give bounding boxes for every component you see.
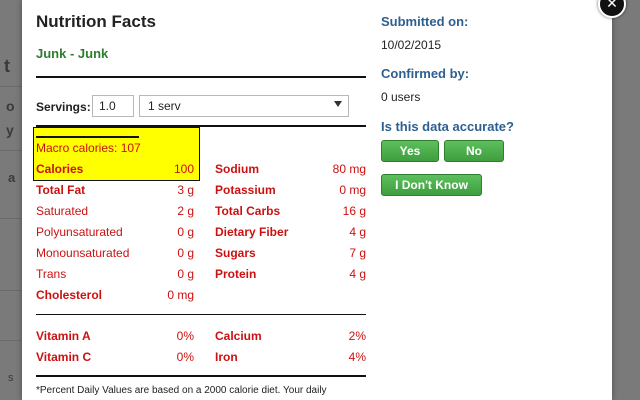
- serving-unit-select[interactable]: 1 serv: [139, 95, 349, 117]
- nutrient-value-calories: 100: [173, 162, 194, 176]
- nutrition-title: Nutrition Facts: [36, 12, 156, 31]
- background-text-fragment: s: [8, 372, 14, 384]
- chevron-down-icon: [334, 101, 342, 107]
- background-divider: [0, 86, 22, 87]
- yes-button[interactable]: Yes: [381, 140, 439, 162]
- nutrient-value-protein: 4 g: [349, 267, 366, 281]
- daily-values-footnote: *Percent Daily Values are based on a 200…: [36, 385, 327, 396]
- mineral-label-calcium: Calcium: [215, 329, 262, 343]
- submitted-label: Submitted on:: [381, 14, 469, 29]
- mineral-label-iron: Iron: [215, 350, 238, 364]
- no-button[interactable]: No: [444, 140, 504, 162]
- nutrient-value-potassium: 0 mg: [339, 183, 366, 197]
- background-text-fragment: t: [4, 56, 10, 76]
- servings-label: Servings:: [36, 100, 91, 114]
- nutrition-modal: Nutrition Facts Junk - Junk Servings: 1 …: [22, 0, 612, 400]
- servings-input[interactable]: [92, 95, 134, 117]
- nutrient-label-monounsaturated: Monounsaturated: [36, 246, 130, 260]
- macro-rule: [36, 136, 139, 138]
- nutrient-label-sugars: Sugars: [215, 246, 256, 260]
- background-text-fragment: o: [6, 98, 15, 114]
- vitamin-value-c: 0%: [176, 350, 194, 364]
- nutrient-value-trans: 0 g: [177, 267, 194, 281]
- background-divider: [0, 290, 22, 291]
- nutrient-value-saturated: 2 g: [177, 204, 194, 218]
- background-text-fragment: y: [6, 122, 14, 138]
- divider-thick: [36, 375, 366, 377]
- macro-calories: Macro calories: 107: [36, 141, 141, 155]
- divider-thick: [36, 76, 366, 78]
- vitamin-label-a: Vitamin A: [36, 329, 91, 343]
- nutrient-value-total-fat: 3 g: [177, 183, 194, 197]
- nutrient-label-total-carbs: Total Carbs: [215, 204, 281, 218]
- nutrient-label-polyunsaturated: Polyunsaturated: [36, 225, 123, 239]
- nutrient-value-polyunsaturated: 0 g: [177, 225, 194, 239]
- vitamin-label-c: Vitamin C: [36, 350, 92, 364]
- confirmed-count: 0 users: [381, 90, 421, 104]
- divider-thin: [36, 314, 366, 315]
- nutrient-value-sodium: 80 mg: [332, 162, 366, 176]
- mineral-value-iron: 4%: [348, 350, 366, 364]
- vitamin-value-a: 0%: [176, 329, 194, 343]
- nutrient-label-calories: Calories: [36, 162, 84, 176]
- food-name: Junk - Junk: [36, 46, 109, 61]
- nutrient-value-monounsaturated: 0 g: [177, 246, 194, 260]
- serving-unit-value: 1 serv: [148, 99, 181, 113]
- mineral-value-calcium: 2%: [348, 329, 366, 343]
- background-divider: [0, 218, 22, 219]
- submitted-date: 10/02/2015: [381, 38, 442, 52]
- nutrient-label-protein: Protein: [215, 267, 257, 281]
- nutrient-label-trans: Trans: [36, 267, 67, 281]
- nutrient-label-sodium: Sodium: [215, 162, 259, 176]
- nutrient-label-dietary-fiber: Dietary Fiber: [215, 225, 289, 239]
- dont-know-button[interactable]: I Don't Know: [381, 174, 482, 196]
- background-divider: [0, 150, 22, 151]
- nutrient-value-dietary-fiber: 4 g: [349, 225, 366, 239]
- nutrient-label-potassium: Potassium: [215, 183, 276, 197]
- nutrient-label-saturated: Saturated: [36, 204, 89, 218]
- nutrient-value-sugars: 7 g: [349, 246, 366, 260]
- background-text-fragment: a: [8, 170, 16, 185]
- accuracy-question: Is this data accurate?: [381, 119, 514, 134]
- confirmed-label: Confirmed by:: [381, 66, 470, 81]
- nutrient-label-cholesterol: Cholesterol: [36, 288, 103, 302]
- nutrient-value-cholesterol: 0 mg: [167, 288, 194, 302]
- nutrient-label-total-fat: Total Fat: [36, 183, 86, 197]
- nutrient-value-total-carbs: 16 g: [342, 204, 366, 218]
- background-divider: [0, 340, 22, 341]
